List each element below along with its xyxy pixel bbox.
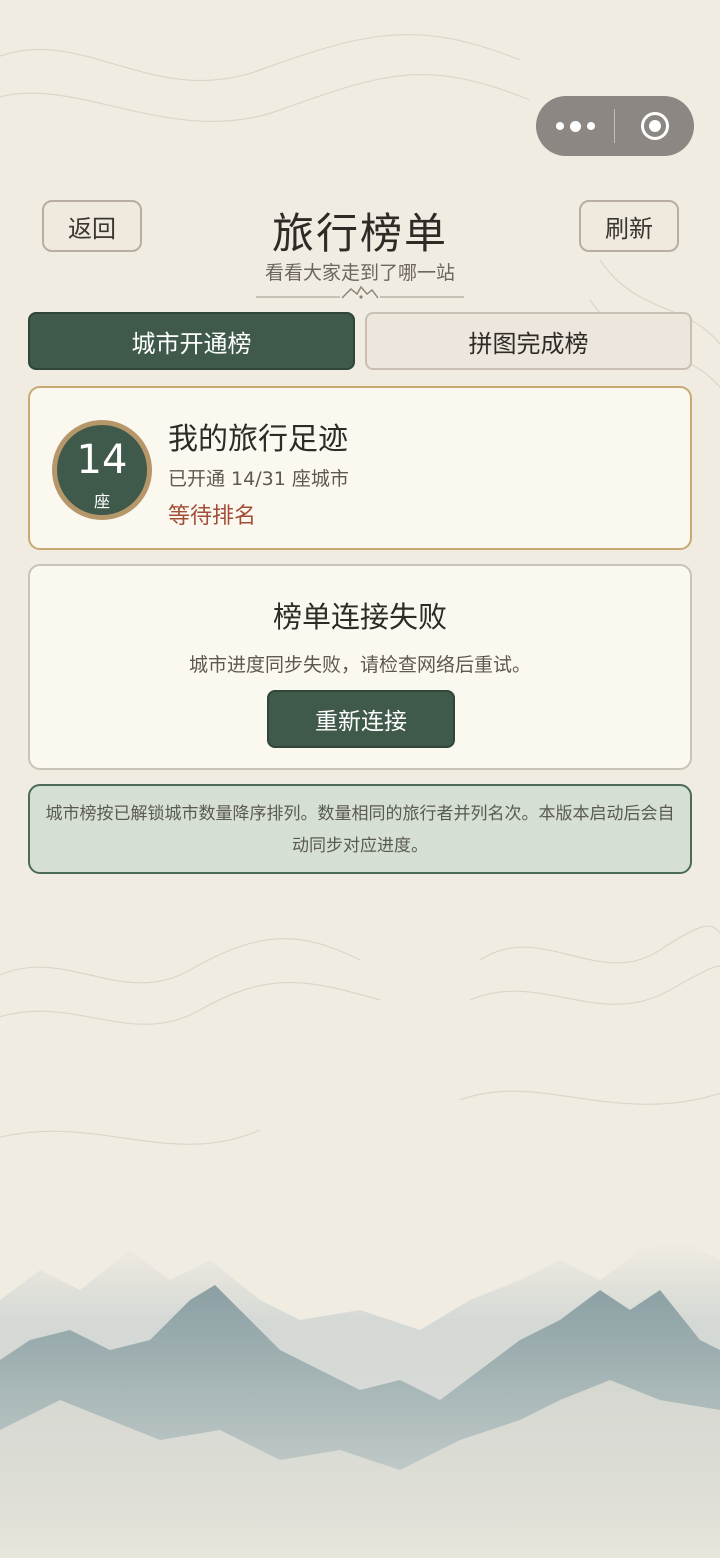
tab-puzzle-ranking[interactable]: 拼图完成榜 [365,312,692,370]
reconnect-button[interactable]: 重新连接 [267,690,455,748]
city-count-badge: 14 座 [52,420,152,520]
error-message: 城市进度同步失败，请检查网络后重试。 [188,654,531,676]
my-travel-card: 14 座 我的旅行足迹 已开通 14/31 座城市 等待排名 [28,386,692,550]
miniprogram-capsule [536,96,694,156]
more-dots-icon[interactable] [536,96,614,156]
my-card-detail: 已开通 14/31 座城市 [168,468,349,490]
my-card-title: 我的旅行足迹 [168,422,348,457]
ranking-note: 城市榜按已解锁城市数量降序排列。数量相同的旅行者并列名次。本版本启动后会自动同步… [28,784,692,874]
mountain-ornament-icon [256,285,464,299]
rank-status: 等待排名 [168,504,257,529]
error-card: 榜单连接失败 城市进度同步失败，请检查网络后重试。 重新连接 [28,564,692,770]
page-subtitle: 看看大家走到了哪一站 [264,262,455,284]
refresh-button[interactable]: 刷新 [579,200,679,252]
tab-city-ranking[interactable]: 城市开通榜 [28,312,355,370]
miniprogram-close-icon[interactable] [615,96,694,156]
city-count-number: 14 [76,437,128,483]
city-count-unit: 座 [93,492,110,511]
error-title: 榜单连接失败 [272,600,447,634]
